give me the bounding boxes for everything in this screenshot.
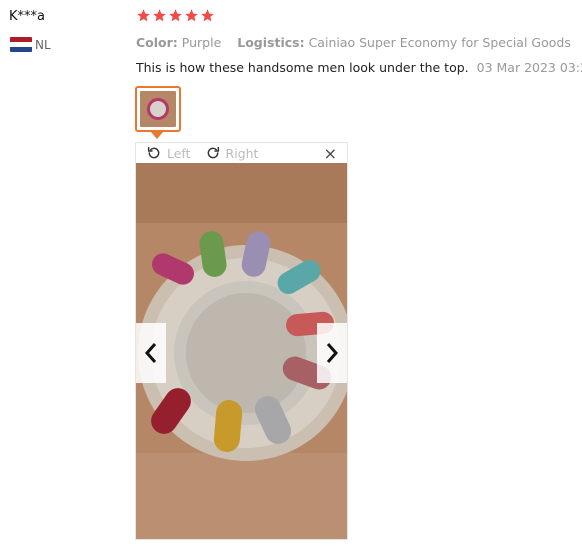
review-photo-thumbnail[interactable] — [135, 86, 181, 132]
rotate-left-label: Left — [167, 145, 191, 161]
star-icon — [169, 9, 182, 22]
reviewer-name: K***a — [9, 9, 45, 24]
star-icon — [137, 9, 150, 22]
star-icon — [153, 9, 166, 22]
rotate-right-button[interactable]: Right — [205, 145, 259, 161]
review-photo — [136, 163, 347, 539]
review-body: This is how these handsome men look unde… — [136, 60, 582, 75]
color-value: Purple — [181, 35, 222, 50]
review-date: 03 Mar 2023 03:20 — [476, 60, 582, 75]
previous-photo-button[interactable] — [136, 323, 166, 383]
photo-viewer: Left Right × — [135, 142, 348, 540]
rotate-right-label: Right — [225, 145, 259, 161]
next-photo-button[interactable] — [317, 323, 347, 383]
star-icon — [201, 9, 214, 22]
netherlands-flag-icon — [10, 37, 32, 52]
close-icon[interactable]: × — [324, 144, 337, 163]
rotate-right-icon — [207, 146, 219, 159]
reviewer-country: NL — [10, 37, 51, 52]
color-label: Color: — [136, 35, 178, 50]
thumbnail-image — [140, 91, 176, 127]
star-icon — [185, 9, 198, 22]
logistics-label: Logistics: — [237, 35, 305, 50]
chevron-left-icon — [144, 343, 157, 363]
thumbnail-pointer — [151, 132, 163, 139]
logistics-value: Cainiao Super Economy for Special Goods — [308, 35, 571, 50]
review-text: This is how these handsome men look unde… — [136, 60, 469, 75]
rotate-left-button[interactable]: Left — [146, 145, 191, 161]
star-rating — [136, 8, 215, 23]
country-code: NL — [35, 37, 51, 52]
order-meta: Color: Purple Logistics: Cainiao Super E… — [136, 35, 582, 50]
rotate-left-icon — [147, 146, 160, 159]
viewer-toolbar: Left Right × — [136, 143, 347, 163]
chevron-right-icon — [326, 343, 339, 363]
